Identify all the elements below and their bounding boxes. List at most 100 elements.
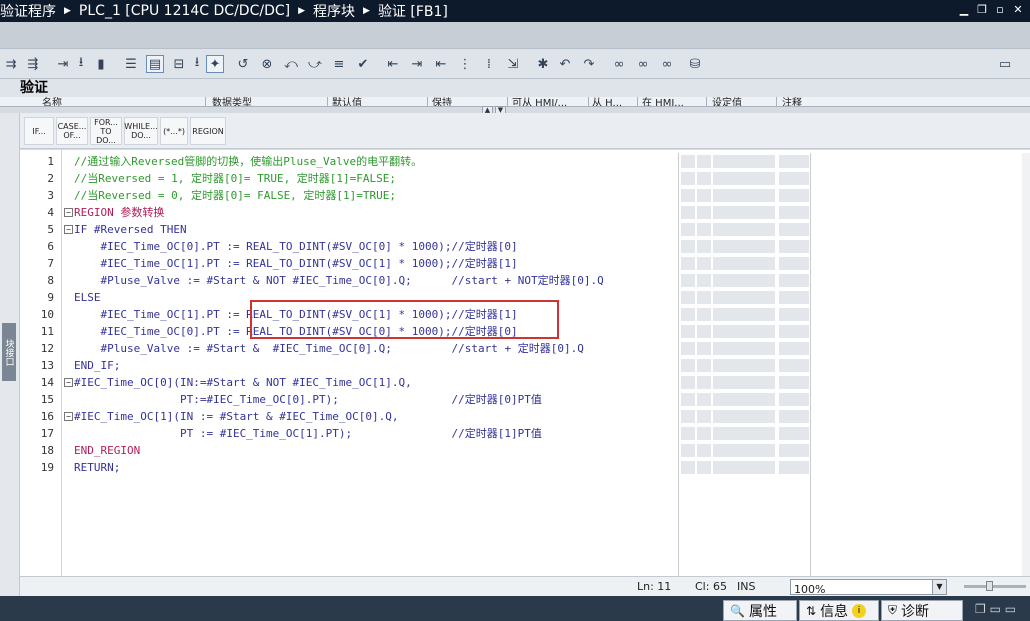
code-line[interactable]: 2 //当Reversed = 1, 定时器[0]= TRUE, 定时器[1]=F… — [20, 170, 680, 187]
code-text[interactable]: PT := #IEC_Time_OC[1].PT); //定时器[1]PT值 — [74, 425, 542, 442]
insert-comment-button[interactable]: (*...*) — [160, 117, 188, 145]
code-line[interactable]: 4 − REGION 参数转换 — [20, 204, 680, 221]
column-header[interactable]: 保持 — [432, 97, 452, 106]
align-icon[interactable]: ⋮ — [456, 55, 474, 73]
bookmark-icon[interactable]: ✱ — [534, 55, 552, 73]
zoom-slider[interactable] — [964, 581, 1026, 591]
code-line[interactable]: 15 PT:=#IEC_Time_OC[0].PT); //定时器[0]PT值 — [20, 391, 680, 408]
insert-for-button[interactable]: FOR... TO DO... — [90, 117, 122, 145]
code-line[interactable]: 14 − #IEC_Time_OC[0](IN:=#Start & NOT #IEC… — [20, 374, 680, 391]
restore-icon[interactable]: ❐ — [976, 3, 988, 17]
view-list-icon[interactable]: ▤ — [146, 55, 164, 73]
code-line[interactable]: 12 #Pluse_Valve := #Start & #IEC_Time_OC… — [20, 340, 680, 357]
outdent-icon[interactable]: ⇤ — [432, 55, 450, 73]
code-text[interactable]: #IEC_Time_OC[1].PT := REAL_TO_DINT(#SV_O… — [74, 255, 517, 272]
code-line[interactable]: 16 − #IEC_Time_OC[1](IN := #Start & #IEC_T… — [20, 408, 680, 425]
indent-icon[interactable]: ⇥ — [408, 55, 426, 73]
code-text[interactable]: #Pluse_Valve := #Start & NOT #IEC_Time_O… — [74, 272, 603, 289]
tab-info[interactable]: ⇅ 信息 i — [799, 600, 879, 621]
list-icon[interactable]: ☰ — [122, 55, 140, 73]
code-line[interactable]: 13 END_IF; — [20, 357, 680, 374]
chevron-down-icon[interactable]: ▼ — [932, 580, 946, 594]
minimize-icon[interactable]: ▁ — [958, 3, 970, 17]
insert-mode-indicator[interactable]: INS — [737, 580, 755, 593]
code-text[interactable]: #IEC_Time_OC[0].PT := REAL_TO_DINT(#SV_O… — [74, 238, 517, 255]
code-line[interactable]: 7 #IEC_Time_OC[1].PT := REAL_TO_DINT(#SV… — [20, 255, 680, 272]
uncomment-icon[interactable]: ⇲ — [504, 55, 522, 73]
clear-breakpoint-icon[interactable]: ⊗ — [258, 55, 276, 73]
breadcrumb-block[interactable]: 验证 [FB1] — [378, 1, 448, 21]
zoom-select[interactable]: 100% ▼ — [790, 579, 947, 596]
download-icon[interactable]: ⇥ — [54, 55, 72, 73]
next-bookmark-icon[interactable]: ↷ — [580, 55, 598, 73]
fold-toggle-icon[interactable]: − — [64, 208, 73, 217]
download-arrow-icon[interactable]: ⭳ — [72, 55, 90, 73]
column-header[interactable]: 注释 — [782, 97, 802, 106]
column-header[interactable]: 从 H... — [592, 97, 622, 106]
insert-network-icon[interactable]: ⇉ — [2, 55, 20, 73]
breadcrumb-plc[interactable]: PLC_1 [CPU 1214C DC/DC/DC] ▶ — [79, 3, 313, 19]
monitor-on-icon[interactable]: ∞ — [634, 55, 652, 73]
window-layout-icons[interactable]: ❐ ▭ ▭ — [975, 602, 1016, 616]
vertical-scrollbar[interactable] — [1022, 153, 1030, 577]
code-text[interactable]: #IEC_Time_OC[1](IN := #Start & #IEC_Time… — [74, 408, 399, 425]
indent-left-icon[interactable]: ⇤ — [384, 55, 402, 73]
code-text[interactable]: PT:=#IEC_Time_OC[0].PT); //定时器[0]PT值 — [74, 391, 542, 408]
insert-region-button[interactable]: REGION — [190, 117, 226, 145]
layout-icon[interactable]: ▭ — [996, 55, 1014, 73]
tab-diagnostics[interactable]: ⛨ 诊断 — [881, 600, 963, 621]
fold-toggle-icon[interactable]: − — [64, 225, 73, 234]
delete-network-icon[interactable]: ⇶ — [24, 55, 42, 73]
code-line[interactable]: 1 //通过输入Reversed管脚的切换，使输出Pluse_Valve的电平翻转… — [20, 153, 680, 170]
prev-bookmark-icon[interactable]: ↶ — [556, 55, 574, 73]
step-over-icon[interactable]: ⤻ — [306, 55, 324, 73]
code-line[interactable]: 18 END_REGION — [20, 442, 680, 459]
code-text[interactable]: IF #Reversed THEN — [74, 221, 187, 238]
code-line[interactable]: 19 RETURN; — [20, 459, 680, 476]
code-line[interactable]: 6 #IEC_Time_OC[0].PT := REAL_TO_DINT(#SV… — [20, 238, 680, 255]
maximize-icon[interactable]: ▫ — [994, 3, 1006, 17]
insert-if-button[interactable]: IF... — [24, 117, 54, 145]
code-text[interactable]: END_IF; — [74, 357, 120, 374]
breadcrumb-project[interactable]: 验证程序 ▶ — [0, 1, 79, 21]
plug-icon[interactable]: ▮ — [92, 55, 110, 73]
monitor-icon[interactable]: ⊟ — [170, 55, 188, 73]
column-header[interactable]: 可从 HMI/... — [512, 97, 567, 106]
code-line[interactable]: 3 //当Reversed = 0, 定时器[0]= FALSE, 定时器[1]=… — [20, 187, 680, 204]
favorites-icon[interactable]: ✦ — [206, 55, 224, 73]
zoom-slider-handle[interactable] — [986, 581, 993, 591]
run-icon[interactable]: ≡ — [330, 55, 348, 73]
column-header[interactable]: 设定值 — [712, 97, 742, 106]
step-icon[interactable]: ⤺ — [282, 55, 300, 73]
code-text[interactable]: ELSE — [74, 289, 101, 306]
check-icon[interactable]: ✔ — [354, 55, 372, 73]
code-line[interactable]: 17 PT := #IEC_Time_OC[1].PT); //定时器[1]PT… — [20, 425, 680, 442]
comment-icon[interactable]: ⁞ — [480, 55, 498, 73]
column-header[interactable]: 数据类型 — [212, 97, 252, 106]
code-text[interactable]: //通过输入Reversed管脚的切换，使输出Pluse_Valve的电平翻转。 — [74, 153, 422, 170]
column-header[interactable]: 默认值 — [332, 97, 362, 106]
close-icon[interactable]: ✕ — [1012, 3, 1024, 17]
code-text[interactable]: REGION 参数转换 — [74, 204, 164, 221]
code-text[interactable]: #Pluse_Valve := #Start & #IEC_Time_OC[0]… — [74, 340, 583, 357]
code-text[interactable]: //当Reversed = 1, 定时器[0]= TRUE, 定时器[1]=FA… — [74, 170, 396, 187]
set-breakpoint-icon[interactable]: ↺ — [234, 55, 252, 73]
insert-case-button[interactable]: CASE... OF... — [56, 117, 88, 145]
tab-properties[interactable]: 🔍 属性 — [723, 600, 797, 621]
fold-toggle-icon[interactable]: − — [64, 378, 73, 387]
code-area[interactable]: 1 //通过输入Reversed管脚的切换，使输出Pluse_Valve的电平翻转… — [20, 153, 680, 576]
column-header[interactable]: 名称 — [42, 97, 62, 106]
glasses-icon[interactable]: ∞ — [610, 55, 628, 73]
code-line[interactable]: 8 #Pluse_Valve := #Start & NOT #IEC_Time… — [20, 272, 680, 289]
column-header[interactable]: 在 HMI... — [642, 97, 684, 106]
code-text[interactable]: RETURN; — [74, 459, 120, 476]
monitor-off-icon[interactable]: ∞ — [658, 55, 676, 73]
database-icon[interactable]: ⛁ — [686, 55, 704, 73]
code-text[interactable]: #IEC_Time_OC[0](IN:=#Start & NOT #IEC_Ti… — [74, 374, 412, 391]
code-text[interactable]: //当Reversed = 0, 定时器[0]= FALSE, 定时器[1]=T… — [74, 187, 396, 204]
breadcrumb-program-blocks[interactable]: 程序块 ▶ — [313, 1, 378, 21]
insert-while-button[interactable]: WHILE... DO... — [124, 117, 158, 145]
monitor-arrow-icon[interactable]: ⭳ — [188, 55, 206, 73]
code-line[interactable]: 5 − IF #Reversed THEN — [20, 221, 680, 238]
block-interface-tab[interactable]: 块接口 — [2, 323, 16, 381]
